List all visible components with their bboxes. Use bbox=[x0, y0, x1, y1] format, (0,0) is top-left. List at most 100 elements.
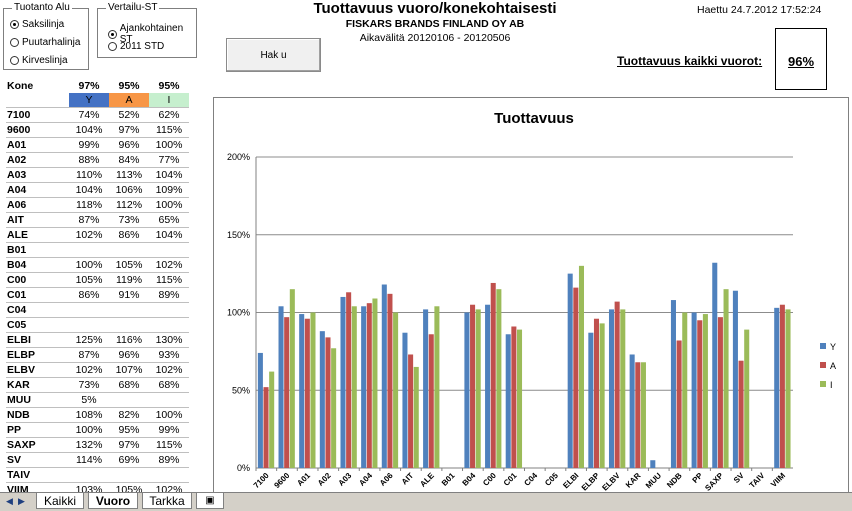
value-y: 88% bbox=[69, 152, 109, 168]
page-title: Tuottavuus vuoro/konekohtaisesti bbox=[313, 0, 557, 17]
legend-swatch bbox=[820, 362, 826, 368]
bar-a bbox=[779, 304, 785, 468]
x-tick-label: B04 bbox=[461, 471, 478, 488]
x-tick-label: VIIM bbox=[769, 471, 787, 489]
value-y: 114% bbox=[69, 452, 109, 468]
total-productivity-value: 96% bbox=[787, 54, 815, 69]
value-a bbox=[109, 467, 149, 483]
value-i: 100% bbox=[149, 197, 189, 213]
value-a: 84% bbox=[109, 152, 149, 168]
radio-saksilinja[interactable]: Saksilinja bbox=[10, 19, 64, 30]
radio-icon[interactable] bbox=[10, 56, 19, 65]
bar-y bbox=[464, 312, 470, 468]
machine-name: ELBI bbox=[6, 332, 69, 348]
value-a: 96% bbox=[109, 137, 149, 153]
table-row: SV 114% 69% 89% bbox=[6, 452, 189, 468]
bar-y bbox=[588, 332, 594, 468]
value-i: 102% bbox=[149, 257, 189, 273]
machine-name: C04 bbox=[6, 302, 69, 318]
x-tick-label: ALE bbox=[418, 471, 436, 489]
y-tick-label: 50% bbox=[232, 385, 250, 395]
nav-next-icon[interactable]: ▶ bbox=[18, 496, 25, 507]
nav-prev-icon[interactable]: ◀ bbox=[6, 496, 13, 507]
value-a: 91% bbox=[109, 287, 149, 303]
bar-a bbox=[428, 334, 434, 468]
bar-a bbox=[635, 362, 641, 468]
table-row: C00 105% 119% 115% bbox=[6, 272, 189, 288]
insert-sheet-icon[interactable]: ▣ bbox=[196, 493, 224, 509]
bar-i bbox=[289, 289, 295, 468]
value-a: 52% bbox=[109, 107, 149, 123]
value-i bbox=[149, 242, 189, 258]
value-y bbox=[69, 317, 109, 333]
radio-2011-std[interactable]: 2011 STD bbox=[108, 41, 164, 52]
x-tick-label: A04 bbox=[357, 471, 374, 488]
value-a: 119% bbox=[109, 272, 149, 288]
value-a: 96% bbox=[109, 347, 149, 363]
x-tick-label: PP bbox=[691, 471, 705, 485]
value-y bbox=[69, 242, 109, 258]
legend-label: A bbox=[830, 361, 836, 371]
shift-total-y: 97% bbox=[78, 79, 100, 92]
bar-a bbox=[717, 317, 723, 468]
value-i: 130% bbox=[149, 332, 189, 348]
table-row: C04 bbox=[6, 302, 189, 318]
machine-name: ELBP bbox=[6, 347, 69, 363]
radio-icon[interactable] bbox=[10, 20, 19, 29]
search-button[interactable]: Hak u bbox=[226, 38, 321, 72]
productivity-chart[interactable]: Tuottavuus 0% 50% 100% 150% 200% 7100 9600 A01 A0… bbox=[213, 97, 849, 495]
value-a: 82% bbox=[109, 407, 149, 423]
bar-i bbox=[744, 329, 750, 468]
table-row: ELBV 102% 107% 102% bbox=[6, 362, 189, 378]
table-row: KAR 73% 68% 68% bbox=[6, 377, 189, 393]
x-tick-label: C05 bbox=[543, 471, 560, 488]
shift-header-a: A bbox=[109, 93, 149, 108]
bar-a bbox=[490, 282, 496, 468]
machine-name: C01 bbox=[6, 287, 69, 303]
radio-kirveslinja[interactable]: Kirveslinja bbox=[10, 55, 68, 66]
table-row: B04 100% 105% 102% bbox=[6, 257, 189, 273]
x-tick-label: C01 bbox=[502, 471, 519, 488]
bar-i bbox=[475, 309, 481, 468]
value-a: 86% bbox=[109, 227, 149, 243]
machine-name: SAXP bbox=[6, 437, 69, 453]
table-row: ALE 102% 86% 104% bbox=[6, 227, 189, 243]
bar-y bbox=[319, 331, 325, 468]
y-tick-label: 150% bbox=[227, 230, 250, 240]
legend-swatch bbox=[820, 343, 826, 349]
bar-y bbox=[712, 262, 718, 468]
table-row: TAIV bbox=[6, 467, 189, 483]
radio-icon[interactable] bbox=[108, 29, 117, 39]
value-y: 102% bbox=[69, 227, 109, 243]
tab-tarkka[interactable]: Tarkka bbox=[142, 493, 192, 509]
value-i bbox=[149, 467, 189, 483]
table-row: ELBP 87% 96% 93% bbox=[6, 347, 189, 363]
chart-title: Tuottavuus bbox=[494, 110, 574, 127]
machine-name: SV bbox=[6, 452, 69, 468]
value-y: 74% bbox=[69, 107, 109, 123]
table-row: MUU 5% bbox=[6, 392, 189, 408]
value-y: 110% bbox=[69, 167, 109, 183]
bar-a bbox=[573, 287, 579, 468]
x-tick-label: B01 bbox=[440, 471, 457, 488]
tab-vuoro[interactable]: Vuoro bbox=[88, 493, 138, 509]
bar-y bbox=[361, 306, 367, 468]
shift-header-i: I bbox=[149, 93, 189, 108]
value-y: 86% bbox=[69, 287, 109, 303]
value-a bbox=[109, 392, 149, 408]
machine-name: KAR bbox=[6, 377, 69, 393]
machine-name: A04 bbox=[6, 182, 69, 198]
value-i: 115% bbox=[149, 122, 189, 138]
radio-icon[interactable] bbox=[108, 42, 117, 51]
bar-i bbox=[682, 312, 688, 468]
bar-i bbox=[310, 312, 316, 468]
tab-kaikki[interactable]: Kaikki bbox=[36, 493, 84, 509]
bar-a bbox=[304, 318, 310, 468]
value-i: 77% bbox=[149, 152, 189, 168]
value-i: 65% bbox=[149, 212, 189, 228]
radio-puutarhalinja[interactable]: Puutarhalinja bbox=[10, 37, 80, 48]
value-i: 89% bbox=[149, 452, 189, 468]
x-tick-label: TAIV bbox=[748, 471, 767, 490]
value-i bbox=[149, 317, 189, 333]
radio-icon[interactable] bbox=[10, 38, 19, 47]
